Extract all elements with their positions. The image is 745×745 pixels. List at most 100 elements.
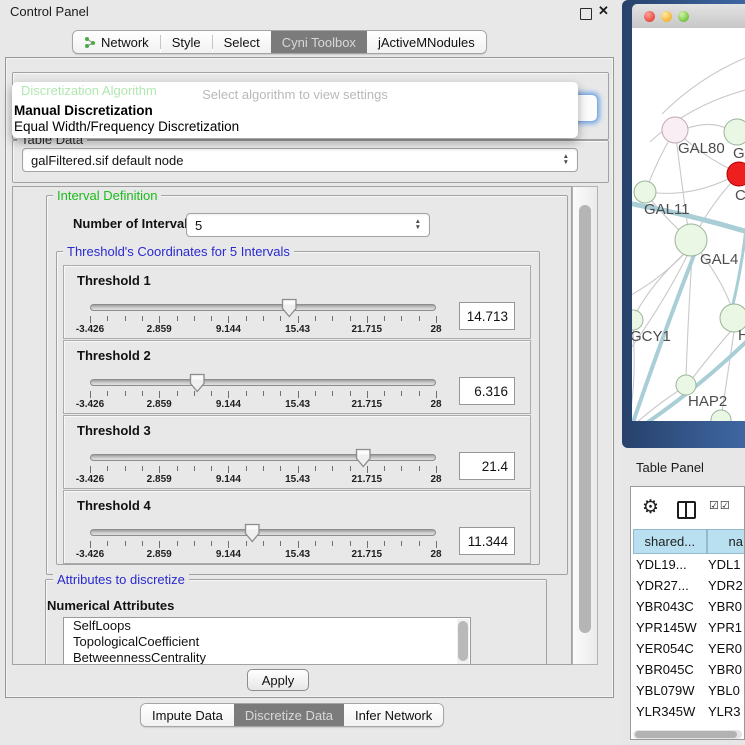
table-column-header[interactable]: na [707,529,745,554]
table-row[interactable]: YLR345WYLR3 [633,701,745,722]
slider-tick [315,316,316,321]
top-tab-cyni-toolbox[interactable]: Cyni Toolbox [271,31,367,53]
tab-label: Network [101,35,149,50]
threshold-slider-track[interactable] [90,529,436,536]
numerical-attributes-list[interactable]: SelfLoopsTopologicalCoefficientBetweenne… [63,617,471,665]
slider-tick [125,466,126,471]
top-tab-network[interactable]: Network [73,31,160,53]
close-window-icon[interactable]: ✕ [598,3,609,19]
slider-tick [263,316,264,321]
slider-tick [211,541,212,546]
network-node-label: GCY1 [632,328,671,345]
table-data-combobox[interactable]: galFiltered.sif default node ▲▼ [22,148,578,172]
network-edge[interactable] [636,251,687,313]
table-settings-gear-icon[interactable]: ⚙ [642,496,659,519]
threshold-slider-track[interactable] [90,379,436,386]
number-of-intervals-combobox[interactable]: 5 ▲▼ [186,213,430,237]
slider-tick [177,391,178,396]
network-canvas[interactable]: GAL80GACGAL11GAL4GCY1HHAP2 [632,28,745,421]
slider-tick [367,316,368,323]
slider-tick [332,541,333,546]
slider-tick [159,541,160,548]
slider-tick [246,391,247,396]
slider-tick [211,466,212,471]
table-cell: YBR043C [633,599,708,614]
zoom-traffic-light[interactable] [678,11,689,22]
table-row[interactable]: YBR045CYBR0 [633,659,745,680]
slider-tick [211,316,212,321]
column-layout-icon[interactable] [677,501,696,519]
slider-tick [384,466,385,471]
settings-vertical-scrollbar[interactable] [572,186,598,665]
bottom-tab-discretize-data[interactable]: Discretize Data [234,704,344,726]
table-cell: YLR3 [708,704,745,719]
attribute-list-item[interactable]: SelfLoops [64,618,470,634]
slider-tick [125,541,126,546]
network-edge[interactable] [688,124,730,130]
table-row[interactable]: YDL19...YDL1 [633,554,745,575]
threshold-value-field[interactable]: 14.713 [459,302,515,330]
threshold-slider-thumb[interactable] [281,298,298,318]
threshold-slider-thumb[interactable] [355,448,372,468]
slider-tick [159,466,160,473]
slider-tick [298,541,299,548]
slider-tick [142,541,143,546]
threshold-list: Threshold 1 14.713 -3.4262.8599.14415.43… [63,265,531,565]
attribute-list-item[interactable]: BetweennessCentrality [64,650,470,665]
slider-tick [159,316,160,323]
minimize-traffic-light[interactable] [661,11,672,22]
network-window-titlebar[interactable] [632,4,745,29]
float-window-icon[interactable] [580,8,592,20]
table-column-header[interactable]: shared... [633,529,707,554]
network-node-gcy1[interactable] [632,310,643,330]
threshold-slider-track[interactable] [90,304,436,311]
bottom-tab-impute-data[interactable]: Impute Data [141,704,234,726]
bottom-tab-infer-network[interactable]: Infer Network [344,704,443,726]
threshold-panel: Threshold 1 14.713 -3.4262.8599.14415.43… [63,265,531,339]
threshold-value-field[interactable]: 11.344 [459,527,515,555]
threshold-slider-track[interactable] [90,454,436,461]
scrollbar-thumb[interactable] [635,731,737,738]
apply-button[interactable]: Apply [247,669,309,691]
table-row[interactable]: YIL052CYIL0 [633,722,745,728]
table-row[interactable]: YER054CYER0 [633,638,745,659]
table-cell: YPR145W [633,620,708,635]
threshold-value-field[interactable]: 6.316 [459,377,515,405]
network-node-hap2[interactable] [676,375,696,395]
top-tab-select[interactable]: Select [213,31,271,53]
settings-scroll-area: Interval Definition Number of Intervals … [12,186,572,665]
top-tab-jactivemnodules[interactable]: jActiveMNodules [367,31,486,53]
scrollbar-thumb[interactable] [579,205,591,633]
slider-tick [228,316,229,323]
menu-item-manual-discretization[interactable]: Manual Discretization [14,103,153,118]
slider-tick [280,541,281,546]
interval-definition-group-title: Interval Definition [53,188,161,203]
table-row[interactable]: YBL079WYBL0 [633,680,745,701]
menu-item-equal-width-frequency[interactable]: Equal Width/Frequency Discretization [14,119,239,134]
threshold-value-field[interactable]: 21.4 [459,452,515,480]
top-tab-style[interactable]: Style [161,31,212,53]
slider-tick [436,316,437,323]
close-traffic-light[interactable] [644,11,655,22]
threshold-slider-thumb[interactable] [189,373,206,393]
table-horizontal-scrollbar[interactable] [633,730,742,739]
network-edge[interactable] [646,178,730,193]
slider-tick [401,466,402,471]
network-node-ga[interactable] [724,119,745,145]
table-row[interactable]: YDR27...YDR2 [633,575,745,596]
table-row[interactable]: YBR043CYBR0 [633,596,745,617]
slider-tick [228,391,229,398]
network-node-c[interactable] [727,162,745,186]
table-row[interactable]: YPR145WYPR1 [633,617,745,638]
slider-tick-label: 2.859 [147,474,172,485]
table-cell: YDR2 [708,578,745,593]
slider-tick [436,391,437,398]
select-columns-icons[interactable]: ☑☑ [709,499,731,512]
attribute-list-item[interactable]: TopologicalCoefficient [64,634,470,650]
attributes-list-scrollbar[interactable] [457,619,469,665]
slider-tick-label: 15.43 [285,474,310,485]
threshold-slider-thumb[interactable] [244,523,261,543]
network-node[interactable] [711,410,731,421]
network-node-gal11[interactable] [634,181,656,203]
slider-tick [177,541,178,546]
